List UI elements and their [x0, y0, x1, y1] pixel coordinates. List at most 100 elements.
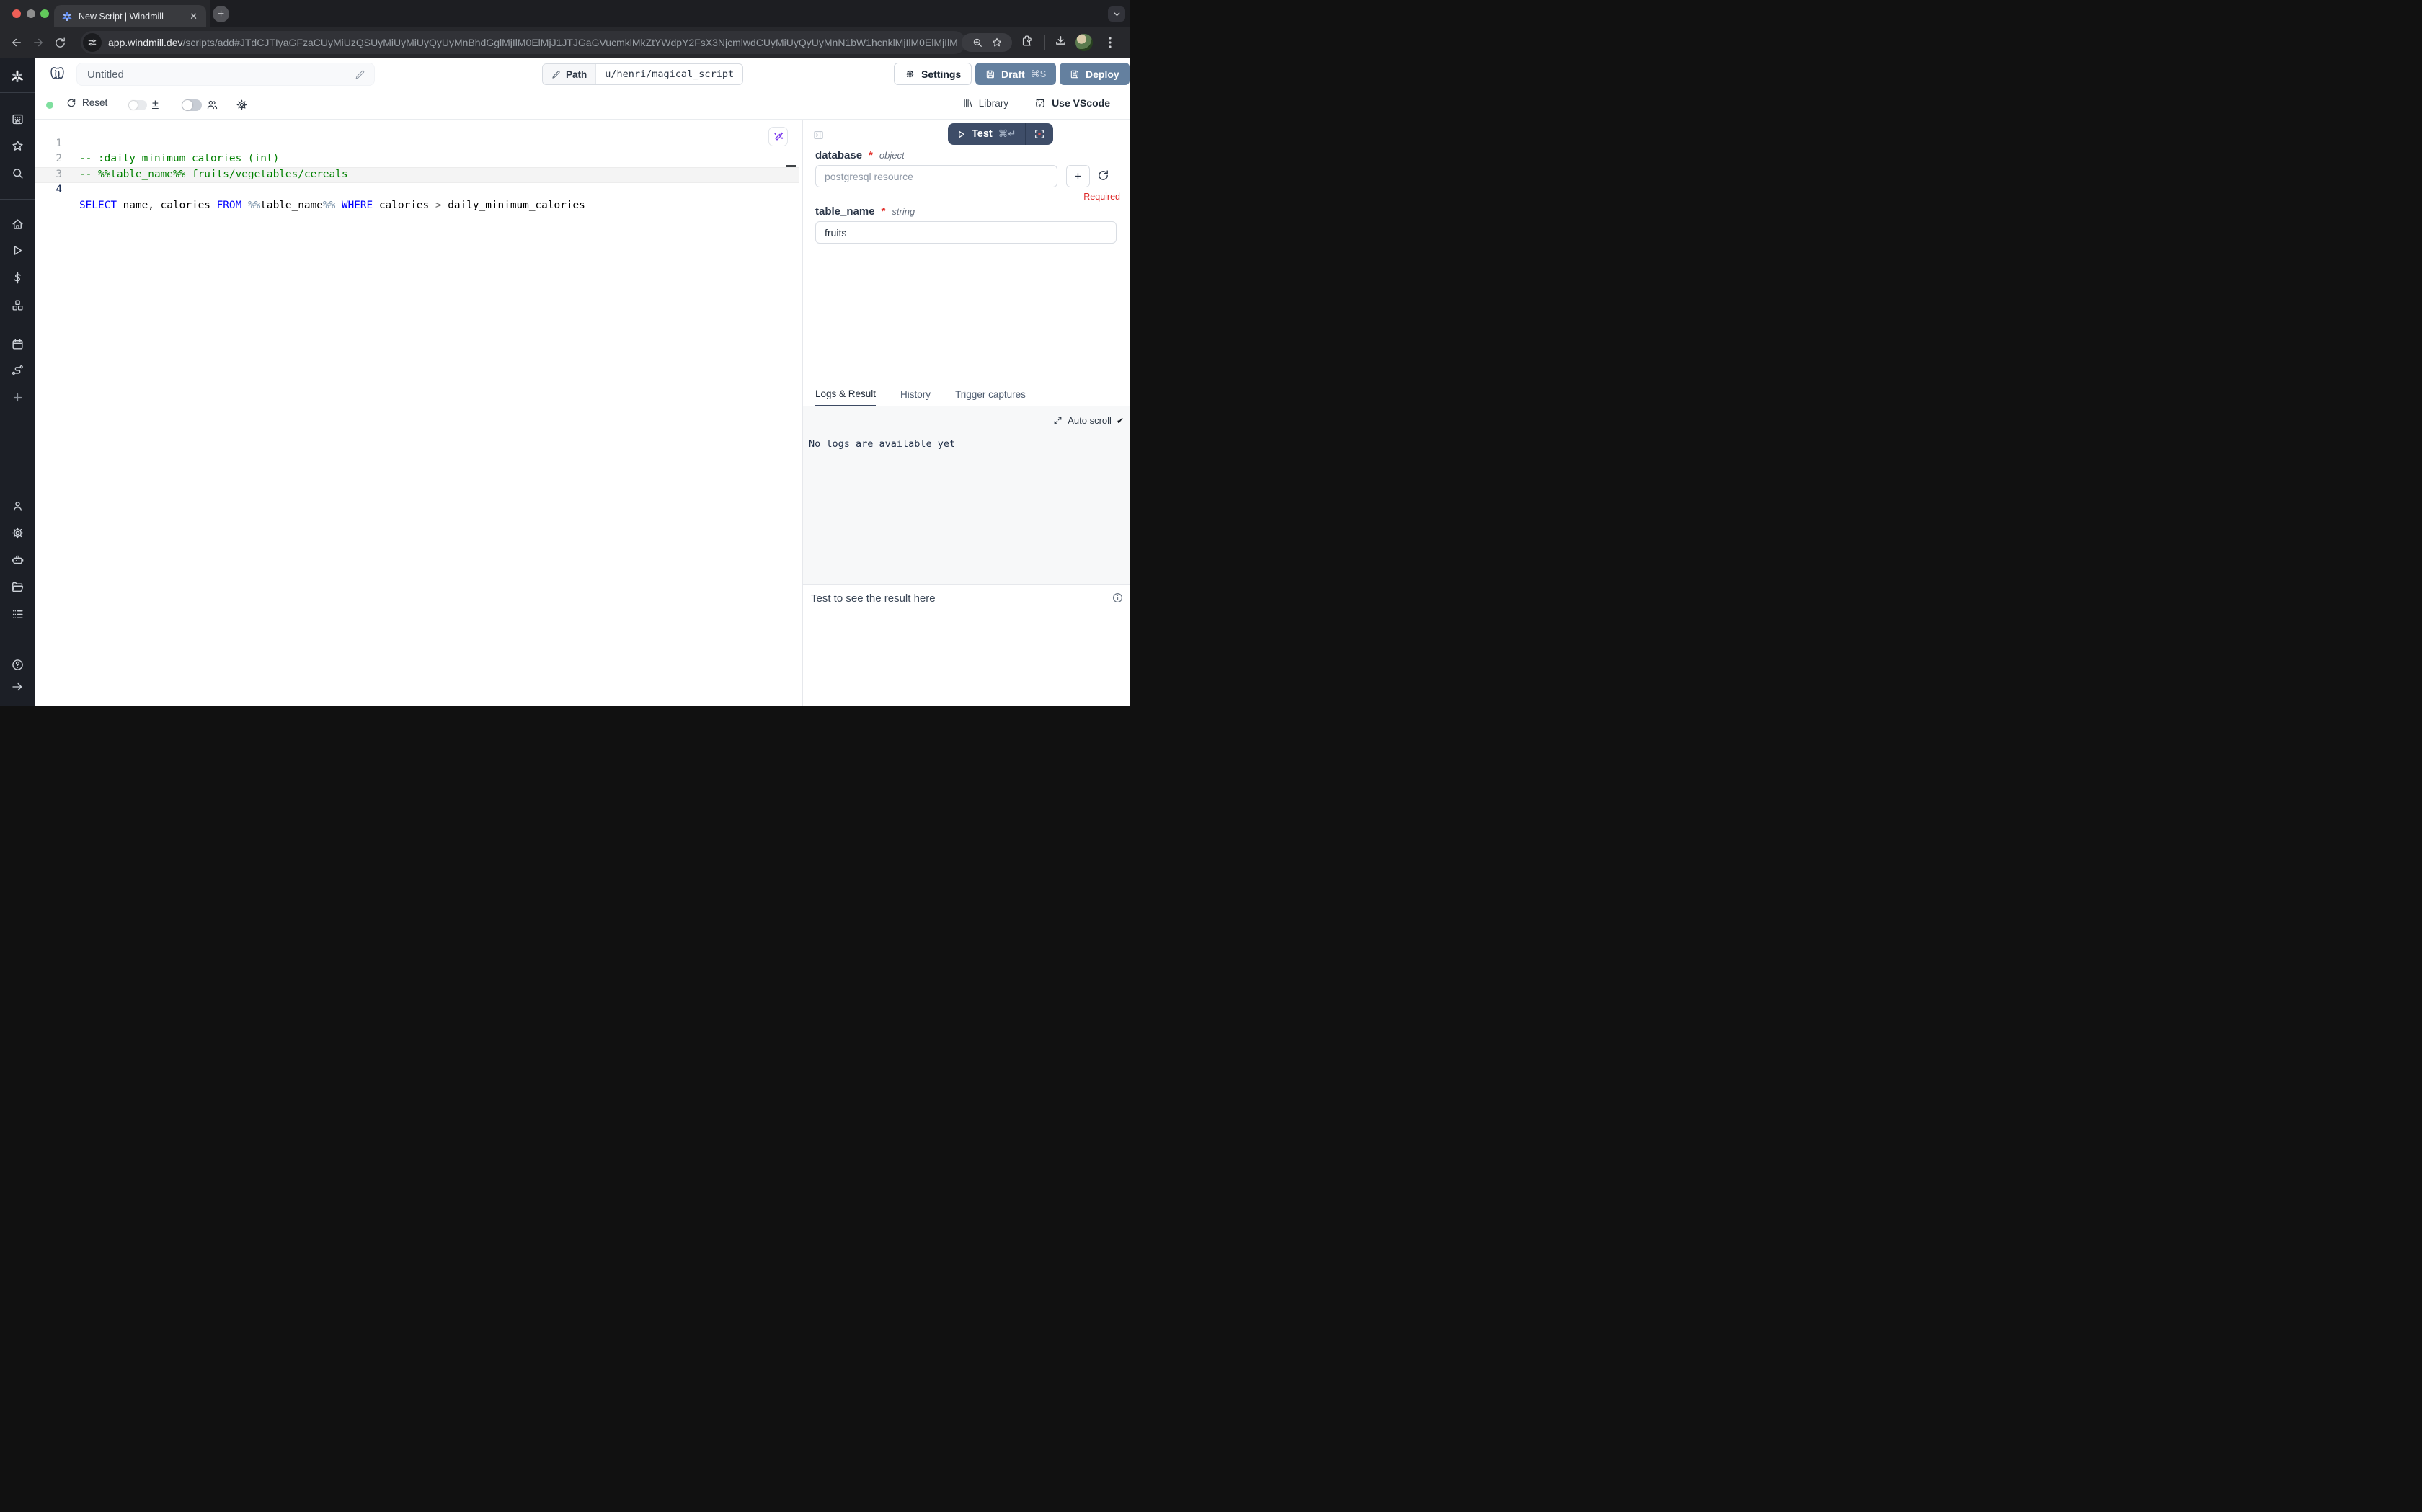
diff-toggle[interactable] [128, 100, 147, 110]
sidebar-collapse-toggle[interactable] [10, 680, 25, 694]
address-bar-actions [962, 33, 1012, 52]
use-vscode-button[interactable]: Use VScode [1034, 97, 1110, 109]
required-asterisk: * [869, 149, 873, 161]
field-type: string [892, 206, 915, 217]
profile-avatar[interactable] [1075, 34, 1093, 51]
field-name: table_name [815, 205, 875, 218]
back-icon [10, 36, 23, 49]
chevron-down-icon [1113, 10, 1121, 18]
windmill-logo[interactable] [10, 69, 25, 84]
script-header: Path u/henri/magical_script Settings Dra… [35, 58, 1130, 91]
refresh-resources-button[interactable] [1097, 169, 1109, 185]
collaborators-button[interactable] [206, 99, 218, 115]
sidebar-item-apps[interactable] [10, 112, 25, 126]
deploy-button[interactable]: Deploy [1060, 63, 1130, 85]
database-resource-input[interactable] [815, 165, 1057, 187]
script-summary-input[interactable] [86, 68, 355, 81]
pencil-icon[interactable] [355, 69, 365, 80]
tab-history[interactable]: History [900, 389, 931, 406]
ai-assistant-button[interactable] [768, 127, 788, 146]
forward-button[interactable] [27, 36, 49, 49]
sidebar-item-resources[interactable] [10, 298, 25, 312]
path-label: Path [566, 69, 587, 80]
sidebar-item-user[interactable] [10, 499, 25, 513]
postgresql-icon [49, 66, 66, 86]
sidebar-item-variables[interactable] [10, 270, 25, 285]
expand-icon[interactable] [1053, 416, 1063, 425]
path-pill[interactable]: Path u/henri/magical_script [542, 63, 743, 85]
collapse-panel-button[interactable] [812, 129, 825, 145]
tab-search-button[interactable] [1108, 6, 1125, 22]
kebab-menu-icon [1105, 35, 1115, 50]
sidebar-item-folders[interactable] [10, 579, 25, 594]
test-shortcut: ⌘↵ [998, 128, 1016, 140]
logs-empty-text: No logs are available yet [809, 438, 955, 450]
sidebar-item-home[interactable] [10, 217, 25, 231]
test-button[interactable]: Test ⌘↵ [948, 128, 1025, 140]
plus-minus-icon[interactable]: ± [152, 98, 159, 111]
sidebar-item-workers[interactable] [10, 553, 25, 567]
sidebar-item-settings[interactable] [10, 525, 25, 540]
tab-trigger-captures[interactable]: Trigger captures [955, 389, 1026, 406]
browser-tab[interactable]: New Script | Windmill ✕ [54, 5, 206, 27]
extensions-button[interactable] [1021, 35, 1033, 47]
result-area: Test to see the result here [803, 584, 1130, 706]
help-icon [11, 658, 25, 672]
reload-button[interactable] [49, 37, 71, 49]
test-button-group: Test ⌘↵ [948, 123, 1053, 145]
close-window-button[interactable] [12, 9, 21, 18]
app-sidebar [0, 58, 35, 706]
library-icon [962, 98, 973, 109]
minimize-window-button[interactable] [27, 9, 35, 18]
sidebar-item-favorites[interactable] [10, 138, 25, 153]
back-button[interactable] [6, 36, 27, 49]
reset-label: Reset [82, 97, 107, 108]
editor-toolbar: Reset ± Library [35, 91, 1130, 120]
code-line: 2 -- %%table_name%% fruits/vegetables/ce… [35, 136, 799, 152]
panel-right-icon [812, 129, 825, 141]
auto-scroll-control[interactable]: Auto scroll ✔ [1053, 415, 1124, 426]
sidebar-item-audit-logs[interactable] [10, 607, 25, 621]
code-editor[interactable]: 1 -- :daily_minimum_calories (int) 2 -- … [35, 120, 802, 706]
draft-button[interactable]: Draft ⌘S [975, 63, 1056, 85]
zoom-in-icon[interactable] [972, 37, 983, 48]
table-name-input[interactable] [815, 221, 1117, 244]
watch-mode-button[interactable] [1026, 123, 1053, 145]
sidebar-divider [0, 92, 35, 93]
new-tab-button[interactable]: + [213, 6, 229, 22]
save-icon [1070, 69, 1080, 79]
add-resource-button[interactable]: + [1066, 165, 1090, 187]
sidebar-item-help[interactable] [10, 657, 25, 672]
settings-button[interactable]: Settings [894, 63, 972, 85]
sidebar-item-search[interactable] [10, 166, 25, 180]
draft-shortcut: ⌘S [1031, 68, 1047, 80]
library-button[interactable]: Library [962, 98, 1008, 109]
tab-logs-result[interactable]: Logs & Result [815, 388, 876, 406]
script-summary-field[interactable] [76, 63, 375, 86]
field-type: object [879, 150, 905, 161]
address-bar[interactable]: app.windmill.dev/scripts/add#JTdCJTIyaGF… [81, 31, 966, 54]
sidebar-item-schedules[interactable] [10, 337, 25, 351]
schedules-calendar-icon [11, 337, 25, 351]
users-icon [206, 99, 218, 111]
multiplayer-toggle[interactable] [182, 99, 202, 111]
sidebar-item-runs[interactable] [10, 243, 25, 257]
editor-settings-button[interactable] [236, 99, 248, 115]
downloads-button[interactable] [1055, 35, 1067, 47]
info-icon[interactable] [1112, 592, 1124, 608]
tab-close-icon[interactable]: ✕ [188, 11, 199, 22]
fullscreen-window-button[interactable] [40, 9, 49, 18]
logs-area: Auto scroll ✔ No logs are available yet [803, 406, 1130, 584]
path-value: u/henri/magical_script [596, 64, 742, 84]
path-label-segment[interactable]: Path [543, 64, 596, 84]
sidebar-item-routes[interactable] [10, 363, 25, 377]
reset-button[interactable]: Reset [66, 97, 107, 108]
panel-tabs: Logs & Result History Trigger captures [803, 385, 1130, 406]
refresh-icon [66, 98, 76, 108]
expand-arrow-icon [11, 680, 24, 693]
windmill-favicon [61, 11, 73, 22]
site-info-button[interactable] [83, 33, 102, 52]
bookmark-star-icon[interactable] [991, 37, 1003, 48]
sidebar-add-item[interactable] [10, 390, 25, 404]
browser-menu-button[interactable] [1105, 35, 1115, 50]
